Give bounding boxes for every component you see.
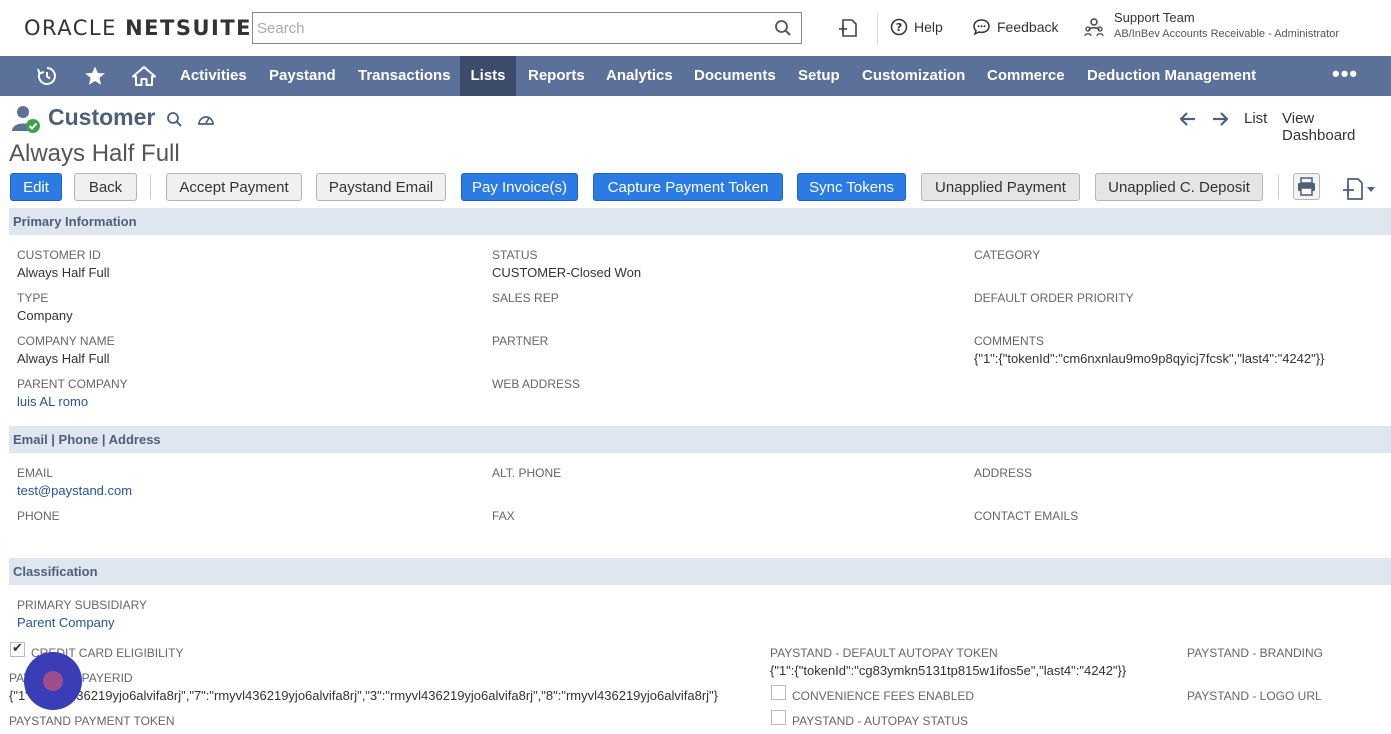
nav-setup[interactable]: Setup: [788, 56, 850, 96]
search-icon[interactable]: [774, 19, 792, 37]
record-name: Always Half Full: [9, 140, 180, 167]
section-email-phone-address[interactable]: Email | Phone | Address: [9, 426, 1391, 453]
home-icon[interactable]: [132, 65, 156, 87]
unapplied-deposit-button[interactable]: Unapplied C. Deposit: [1095, 173, 1263, 201]
nav-transactions[interactable]: Transactions: [348, 56, 461, 96]
previous-record-arrow-icon[interactable]: [1180, 112, 1196, 126]
unapplied-payment-button[interactable]: Unapplied Payment: [921, 173, 1080, 201]
autopay-status-label: PAYSTAND - AUTOPAY STATUS: [792, 714, 969, 728]
recent-records-icon[interactable]: [838, 17, 860, 39]
list-link[interactable]: List: [1244, 110, 1267, 127]
role-name: Support Team: [1114, 10, 1195, 25]
button-divider: [150, 175, 151, 199]
chat-widget-icon: [43, 671, 63, 691]
customer-id-value: Always Half Full: [17, 265, 110, 280]
nav-customization[interactable]: Customization: [852, 56, 975, 96]
type-label: TYPE: [17, 291, 49, 305]
dashboard-gauge-icon[interactable]: [197, 111, 215, 127]
fax-label: FAX: [492, 509, 515, 523]
convenience-fees-checkbox[interactable]: [771, 685, 786, 700]
category-label: CATEGORY: [974, 248, 1041, 262]
customer-id-label: CUSTOMER ID: [17, 248, 101, 262]
sales-rep-label: SALES REP: [492, 291, 559, 305]
paystand-email-button[interactable]: Paystand Email: [316, 173, 446, 201]
type-value: Company: [17, 308, 73, 323]
section-primary-information[interactable]: Primary Information: [9, 208, 1391, 235]
credit-card-eligibility-checkbox[interactable]: [10, 640, 25, 657]
logo-url-label: PAYSTAND - LOGO URL: [1187, 689, 1322, 703]
company-name-value: Always Half Full: [17, 351, 110, 366]
sync-tokens-button[interactable]: Sync Tokens: [797, 173, 906, 201]
recent-history-icon[interactable]: [36, 65, 58, 87]
favorites-star-icon[interactable]: [84, 65, 106, 87]
button-divider: [1278, 175, 1279, 199]
status-value: CUSTOMER-Closed Won: [492, 265, 642, 280]
primary-subsidiary-label: PRIMARY SUBSIDIARY: [17, 598, 148, 612]
chat-widget-button[interactable]: [24, 652, 82, 710]
next-record-arrow-icon[interactable]: [1212, 112, 1228, 126]
customer-record-icon: [12, 106, 40, 133]
company-name-label: COMPANY NAME: [17, 334, 115, 348]
top-header: ORACLE NETSUITE ? Help Feedback: [0, 0, 1391, 56]
printer-icon: [1298, 177, 1315, 196]
netsuite-logo[interactable]: ORACLE NETSUITE: [24, 16, 252, 40]
view-dashboard-link[interactable]: View Dashboard: [1282, 110, 1391, 144]
partner-label: PARTNER: [492, 334, 549, 348]
feedback-link[interactable]: Feedback: [972, 18, 1058, 36]
print-button[interactable]: [1293, 173, 1320, 200]
phone-label: PHONE: [17, 509, 60, 523]
help-link[interactable]: ? Help: [890, 18, 943, 36]
payerid-value: {"1":"rmyvl436219yjo6alvifa8rj","7":"rmy…: [9, 688, 719, 703]
page-title: Customer: [48, 104, 156, 130]
nav-more-menu[interactable]: •••: [1332, 56, 1358, 96]
nav-documents[interactable]: Documents: [684, 56, 786, 96]
email-label: EMAIL: [17, 466, 54, 480]
help-icon: ?: [890, 18, 908, 36]
comments-label: COMMENTS: [974, 334, 1044, 348]
section-classification[interactable]: Classification: [9, 558, 1391, 585]
feedback-icon: [973, 19, 990, 36]
global-search: [252, 12, 802, 44]
branding-label: PAYSTAND - BRANDING: [1187, 646, 1324, 660]
edit-button[interactable]: Edit: [10, 173, 62, 201]
nav-analytics[interactable]: Analytics: [596, 56, 683, 96]
nav-paystand[interactable]: Paystand: [259, 56, 346, 96]
actions-menu-icon[interactable]: [1342, 177, 1376, 201]
parent-company-link[interactable]: luis AL romo: [17, 394, 88, 409]
parent-company-label: PARENT COMPANY: [17, 377, 128, 391]
default-order-priority-label: DEFAULT ORDER PRIORITY: [974, 291, 1134, 305]
email-link[interactable]: test@paystand.com: [17, 483, 132, 498]
nav-activities[interactable]: Activities: [170, 56, 257, 96]
record-search-icon[interactable]: [166, 111, 183, 128]
accept-payment-button[interactable]: Accept Payment: [166, 173, 302, 201]
nav-commerce[interactable]: Commerce: [977, 56, 1075, 96]
search-input[interactable]: [253, 13, 763, 43]
role-account: AB/InBev Accounts Receivable - Administr…: [1114, 28, 1339, 40]
capture-payment-token-button[interactable]: Capture Payment Token: [593, 173, 783, 201]
contact-emails-label: CONTACT EMAILS: [974, 509, 1079, 523]
main-navigation: Activities Paystand Transactions Lists R…: [0, 56, 1391, 96]
alt-phone-label: ALT. PHONE: [492, 466, 562, 480]
address-label: ADDRESS: [974, 466, 1033, 480]
nav-lists[interactable]: Lists: [460, 56, 516, 96]
status-label: STATUS: [492, 248, 538, 262]
role-switcher[interactable]: Support Team AB/InBev Accounts Receivabl…: [1084, 10, 1339, 40]
users-icon: [1084, 18, 1104, 37]
convenience-fees-label: CONVENIENCE FEES ENABLED: [792, 689, 975, 703]
default-autopay-token-label: PAYSTAND - DEFAULT AUTOPAY TOKEN: [770, 646, 998, 660]
web-address-label: WEB ADDRESS: [492, 377, 581, 391]
back-button[interactable]: Back: [74, 173, 137, 201]
payment-token-label: PAYSTAND PAYMENT TOKEN: [9, 714, 175, 728]
nav-deduction-management[interactable]: Deduction Management: [1077, 56, 1266, 96]
svg-text:?: ?: [896, 21, 902, 34]
header-divider: [877, 12, 878, 46]
nav-reports[interactable]: Reports: [518, 56, 595, 96]
default-autopay-token-value: {"1":{"tokenId":"cg83ymkn5131tp815w1ifos…: [770, 663, 1127, 678]
primary-subsidiary-link[interactable]: Parent Company: [17, 615, 115, 630]
pay-invoices-button[interactable]: Pay Invoice(s): [461, 173, 578, 201]
autopay-status-checkbox[interactable]: [771, 710, 786, 725]
comments-value: {"1":{"tokenId":"cm6nxnlau9mo9p8qyicj7fc…: [974, 351, 1325, 366]
